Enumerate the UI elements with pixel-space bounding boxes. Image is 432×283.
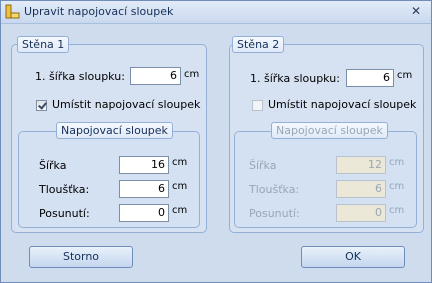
wall1-width-label: Šířka bbox=[39, 159, 67, 172]
wall2-thickness-unit: cm bbox=[389, 181, 405, 192]
wall1-offset-unit: cm bbox=[172, 205, 188, 216]
wall1-thickness-label: Tloušťka: bbox=[39, 183, 90, 196]
wall1-width-unit: cm bbox=[172, 157, 188, 168]
wall2-width-unit: cm bbox=[389, 157, 405, 168]
wall2-offset-unit: cm bbox=[389, 205, 405, 216]
wall1-thickness-input[interactable]: 6 bbox=[119, 180, 169, 198]
wall2-column-width-unit: cm bbox=[397, 70, 413, 81]
wall1-offset-label: Posunutí: bbox=[39, 207, 90, 220]
wall2-width-label: Šířka bbox=[249, 159, 277, 172]
wall1-width-input[interactable]: 16 bbox=[119, 156, 169, 174]
wall2-column-width-label: 1. šířka sloupku: bbox=[250, 72, 340, 85]
wall2-width-input[interactable]: 12 bbox=[336, 156, 386, 174]
wall2-thickness-label: Tloušťka: bbox=[249, 183, 300, 196]
cancel-button[interactable]: Storno bbox=[29, 246, 133, 268]
window-title: Upravit napojovací sloupek bbox=[24, 5, 174, 18]
wall1-place-checkbox[interactable] bbox=[36, 100, 47, 111]
wall2-inner-legend: Napojovací sloupek bbox=[271, 122, 388, 139]
dialog-window: Upravit napojovací sloupek ✕ Stěna 1 1. … bbox=[0, 0, 432, 283]
wall2-offset-input[interactable]: 0 bbox=[336, 204, 386, 222]
wall1-column-width-input[interactable]: 6 bbox=[130, 67, 181, 85]
wall1-column-width-label: 1. šířka sloupku: bbox=[35, 70, 125, 83]
wall1-offset-input[interactable]: 0 bbox=[119, 204, 169, 222]
wall1-legend: Stěna 1 bbox=[17, 36, 70, 53]
wall2-place-checkbox[interactable] bbox=[252, 100, 263, 111]
wall2-place-checkbox-label[interactable]: Umístit napojovací sloupek bbox=[268, 98, 416, 111]
wall2-thickness-input[interactable]: 6 bbox=[336, 180, 386, 198]
wall1-place-checkbox-label[interactable]: Umístit napojovací sloupek bbox=[52, 98, 200, 111]
close-icon[interactable]: ✕ bbox=[409, 3, 423, 19]
wall2-offset-label: Posunutí: bbox=[249, 207, 300, 220]
wall2-legend: Stěna 2 bbox=[232, 36, 285, 53]
wall1-column-width-unit: cm bbox=[184, 69, 200, 80]
wall2-column-width-input[interactable]: 6 bbox=[346, 69, 394, 87]
title-bar[interactable]: Upravit napojovací sloupek ✕ bbox=[1, 1, 431, 24]
wall1-inner-legend: Napojovací sloupek bbox=[56, 122, 173, 139]
ok-button[interactable]: OK bbox=[301, 246, 405, 268]
wall-column-icon bbox=[5, 4, 20, 19]
wall1-thickness-unit: cm bbox=[172, 181, 188, 192]
